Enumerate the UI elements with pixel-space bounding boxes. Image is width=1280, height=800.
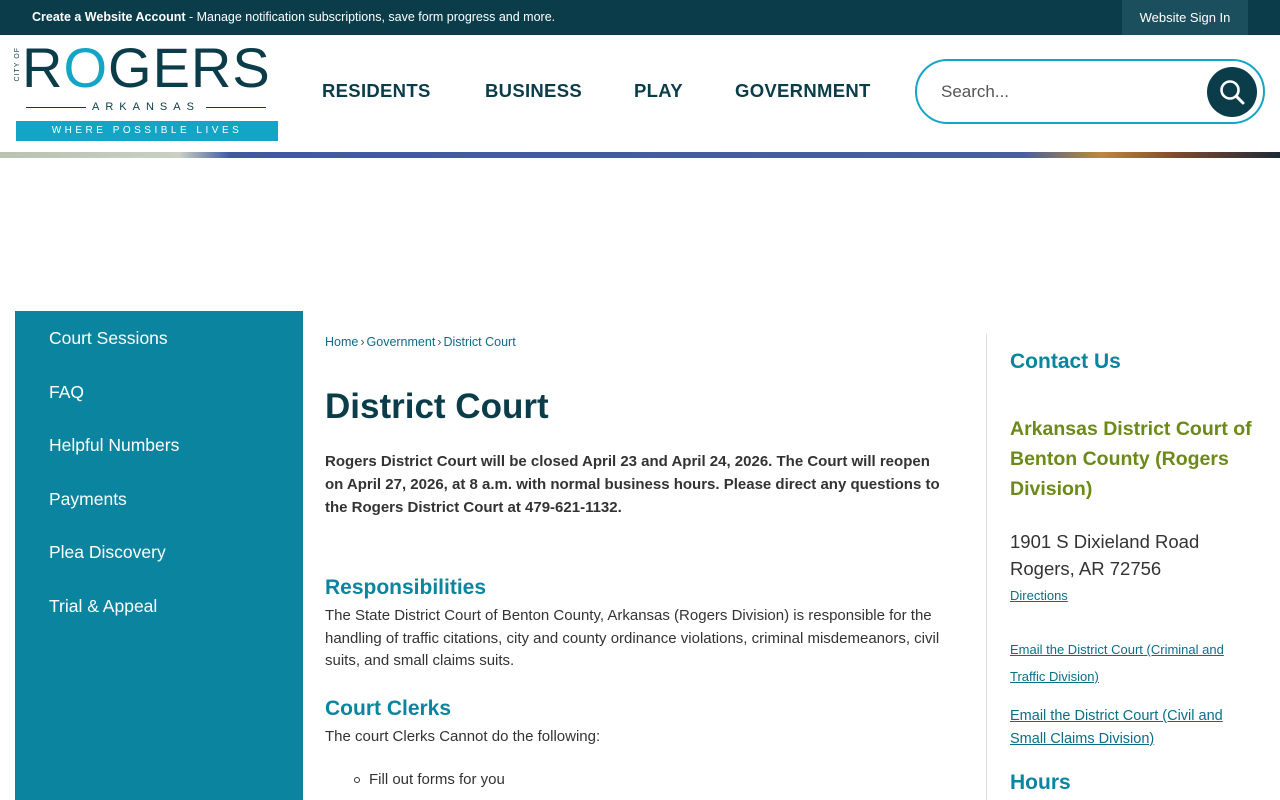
city-logo[interactable]: CITY OF ROGERS ARKANSAS WHERE POSSIBLE L… <box>14 36 278 141</box>
email-criminal-line-2: Traffic Division) <box>1010 669 1099 684</box>
create-account-link[interactable]: Create a Website Account <box>32 10 186 24</box>
breadcrumb-government[interactable]: Government <box>367 335 436 349</box>
logo-tagline: WHERE POSSIBLE LIVES <box>16 121 278 141</box>
column-divider <box>986 334 987 800</box>
logo-state: ARKANSAS <box>14 101 278 113</box>
email-civil-line-1: Email the District Court (Civil and <box>1010 708 1223 724</box>
header-banner-image <box>0 152 1280 158</box>
nav-play[interactable]: PLAY <box>634 80 683 102</box>
site-header: CITY OF ROGERS ARKANSAS WHERE POSSIBLE L… <box>0 35 1280 152</box>
account-message-text: - Manage notification subscriptions, sav… <box>185 10 556 24</box>
address-line-2: Rogers, AR 72756 <box>1010 558 1162 579</box>
search-button[interactable] <box>1207 67 1257 117</box>
hours-heading: Hours <box>1010 771 1071 794</box>
search-box <box>915 59 1265 124</box>
email-criminal-traffic-link[interactable]: Email the District Court (Criminal and Tr… <box>1010 636 1224 690</box>
court-clerks-text: The court Clerks Cannot do the following… <box>325 728 601 745</box>
top-utility-bar: Create a Website Account - Manage notifi… <box>0 0 1280 35</box>
sidebar-item-payments[interactable]: Payments <box>49 489 127 510</box>
search-input[interactable] <box>941 79 1201 105</box>
email-criminal-line-1: Email the District Court (Criminal and <box>1010 642 1224 657</box>
sidebar-navigation: Court Sessions FAQ Helpful Numbers Payme… <box>15 311 303 800</box>
sidebar-item-trial-appeal[interactable]: Trial & Appeal <box>49 596 157 617</box>
nav-government[interactable]: GOVERNMENT <box>735 80 871 102</box>
contact-us-heading: Contact Us <box>1010 350 1121 373</box>
logo-letter-r: R <box>22 36 64 99</box>
responsibilities-text: The State District Court of Benton Count… <box>325 607 940 669</box>
breadcrumb: Home › Government › District Court <box>325 335 516 349</box>
search-icon <box>1220 80 1245 105</box>
breadcrumb-home[interactable]: Home <box>325 335 358 349</box>
court-address: 1901 S Dixieland Road Rogers, AR 72756 <box>1010 528 1199 582</box>
page-title: District Court <box>325 387 549 426</box>
email-civil-line-2: Small Claims Division) <box>1010 731 1155 747</box>
email-civil-small-claims-link[interactable]: Email the District Court (Civil and Small… <box>1010 705 1223 751</box>
logo-city-of: CITY OF <box>14 47 21 82</box>
list-item: Fill out forms for you <box>354 771 505 788</box>
nav-residents[interactable]: RESIDENTS <box>322 80 431 102</box>
breadcrumb-district-court[interactable]: District Court <box>443 335 515 349</box>
court-name: Arkansas District Court of Benton County… <box>1010 418 1252 500</box>
logo-letters-rest: GERS <box>108 36 271 99</box>
bullet-icon <box>354 777 360 784</box>
responsibilities-heading: Responsibilities <box>325 576 487 599</box>
account-message: Create a Website Account - Manage notifi… <box>32 10 555 24</box>
sidebar-item-helpful-numbers[interactable]: Helpful Numbers <box>49 435 179 456</box>
nav-business[interactable]: BUSINESS <box>485 80 582 102</box>
logo-letter-o: O <box>63 36 109 99</box>
logo-wordmark: ROGERS <box>22 35 271 100</box>
sidebar-item-faq[interactable]: FAQ <box>49 382 84 403</box>
sidebar-item-court-sessions[interactable]: Court Sessions <box>49 328 168 349</box>
clerk-bullet-text: Fill out forms for you <box>369 771 505 788</box>
directions-link[interactable]: Directions <box>1010 588 1068 603</box>
address-line-1: 1901 S Dixieland Road <box>1010 531 1200 552</box>
sidebar-item-plea-discovery[interactable]: Plea Discovery <box>49 542 166 563</box>
website-sign-in-button[interactable]: Website Sign In <box>1122 0 1248 35</box>
court-clerks-heading: Court Clerks <box>325 697 452 720</box>
closure-notice: Rogers District Court will be closed Apr… <box>325 453 940 516</box>
